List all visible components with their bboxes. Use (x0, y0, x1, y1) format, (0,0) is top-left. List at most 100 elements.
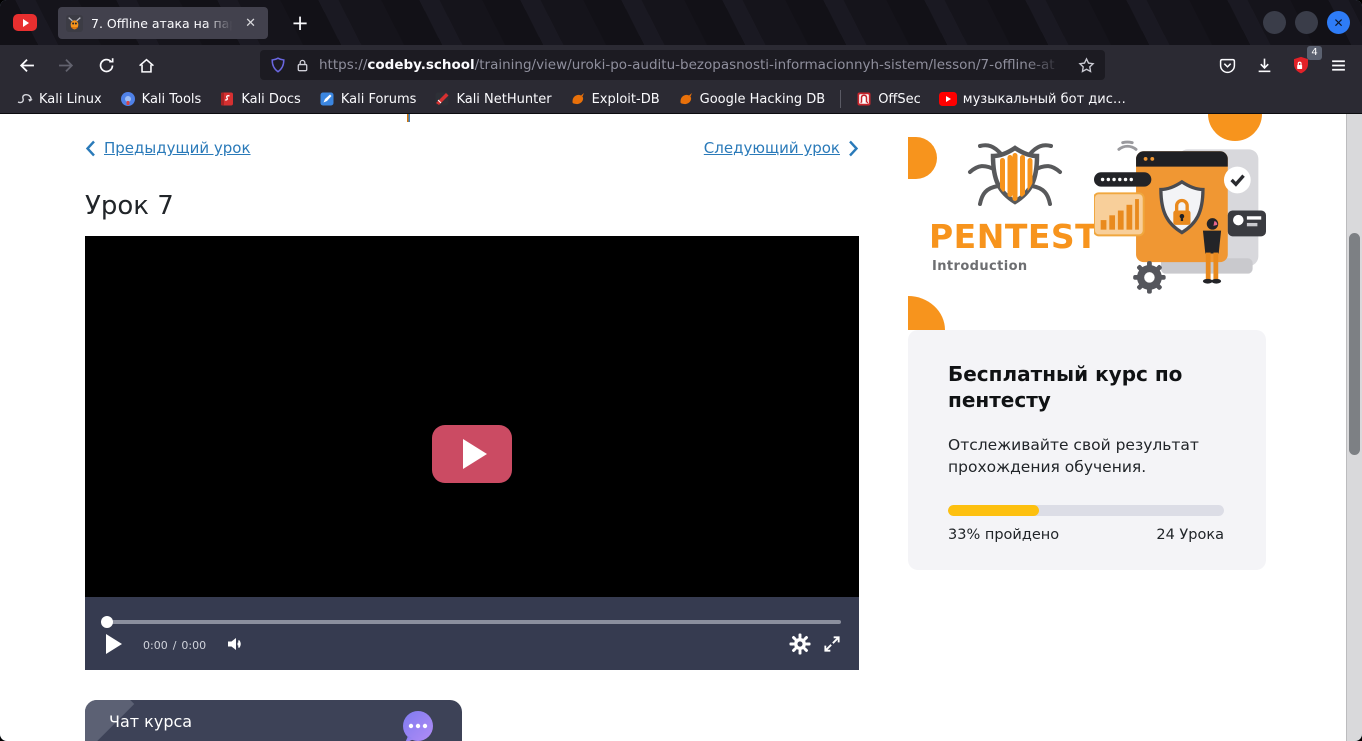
url-protocol: https:// (319, 57, 367, 73)
url-bar[interactable]: https://codeby.school/training/view/urok… (260, 50, 1105, 80)
offsec-icon (856, 91, 872, 107)
bookmark-kali-tools[interactable]: Kali Tools (111, 88, 211, 110)
banner-orange-blob (908, 296, 945, 330)
codeby-owl-favicon-icon (66, 15, 83, 32)
banner-brand: PENTEST (929, 217, 1098, 256)
tab-close-icon[interactable]: ✕ (241, 14, 260, 33)
chevron-left-icon (85, 140, 96, 157)
reload-button[interactable] (92, 51, 120, 79)
navigation-toolbar: https://codeby.school/training/view/urok… (0, 45, 1362, 85)
bookmark-label: Kali Docs (241, 92, 301, 107)
course-chat-title: Чат курса (109, 712, 192, 731)
course-banner-illustration (1094, 136, 1266, 308)
menu-hamburger-icon[interactable] (1324, 51, 1352, 79)
course-progress-card: Бесплатный курс по пентесту Отслеживайте… (908, 330, 1266, 570)
page-content: Предыдущий урок Следующий урок Урок 7 (0, 114, 1346, 741)
pocket-icon[interactable] (1213, 51, 1241, 79)
maximize-button[interactable] (1295, 11, 1318, 34)
adblock-extension-icon[interactable]: 4 (1287, 51, 1315, 79)
back-button[interactable] (12, 51, 40, 79)
course-progress-fill (948, 505, 1039, 516)
time-display: 0:00 / 0:00 (143, 639, 206, 652)
duration: 0:00 (181, 639, 206, 652)
big-play-button[interactable] (432, 425, 512, 483)
player-controls: 0:00 / 0:00 (85, 597, 859, 670)
titlebar: 7. Offline атака на парол ✕ + ✕ (0, 0, 1362, 45)
bookmark-kali-docs[interactable]: Kali Docs (210, 88, 310, 110)
fullscreen-icon[interactable] (819, 631, 845, 657)
kali-dragon-icon (17, 91, 33, 107)
home-button[interactable] (132, 51, 160, 79)
pinned-tab-youtube[interactable] (13, 14, 37, 31)
current-time: 0:00 (143, 639, 168, 652)
pentest-spider-shield-logo (956, 138, 1074, 216)
url-domain: codeby.school (367, 57, 474, 73)
youtube-icon (939, 92, 957, 106)
page-scrollbar[interactable] (1346, 114, 1362, 741)
bookmark-label: Kali NetHunter (456, 92, 551, 107)
kali-nethunter-icon (434, 91, 450, 107)
kali-forums-icon (319, 91, 335, 107)
bookmark-exploit-db[interactable]: Exploit-DB (561, 88, 669, 110)
forward-button[interactable] (52, 51, 80, 79)
tab-title: 7. Offline атака на парол (91, 16, 237, 31)
google-hacking-db-icon (678, 91, 694, 107)
lock-icon[interactable] (295, 58, 310, 73)
exploit-db-icon (570, 91, 586, 107)
bookmarks-separator (840, 90, 841, 108)
volume-button[interactable] (223, 632, 247, 656)
play-button[interactable] (103, 631, 125, 657)
course-banner: PENTEST Introduction (908, 114, 1266, 330)
youtube-icon (13, 14, 37, 31)
course-progress-bar (948, 505, 1224, 516)
video-area[interactable] (85, 236, 859, 597)
new-tab-button[interactable]: + (286, 9, 314, 37)
scrollbar-thumb[interactable] (1349, 233, 1360, 455)
tracking-protection-shield-icon[interactable] (270, 57, 286, 73)
bookmark-kali-forums[interactable]: Kali Forums (310, 88, 426, 110)
seek-handle[interactable] (101, 616, 113, 628)
video-player: 0:00 / 0:00 (85, 236, 859, 670)
course-card-title: Бесплатный курс по пентесту (948, 361, 1218, 413)
banner-subtitle: Introduction (932, 259, 1028, 274)
banner-orange-blob (908, 137, 937, 179)
bookmark-label: музыкальный бот дис… (963, 92, 1126, 107)
bookmark-label: Kali Linux (39, 92, 102, 107)
kali-docs-icon (219, 91, 235, 107)
chat-bubble-icon (400, 709, 436, 741)
url-text: https://codeby.school/training/view/urok… (319, 57, 1072, 73)
bookmark-kali-linux[interactable]: Kali Linux (8, 88, 111, 110)
bookmark-label: OffSec (878, 92, 921, 107)
bookmark-offsec[interactable]: OffSec (847, 88, 930, 110)
downloads-icon[interactable] (1250, 51, 1278, 79)
bookmark-label: Google Hacking DB (700, 92, 826, 107)
minimize-button[interactable] (1263, 11, 1286, 34)
previous-lesson-label: Предыдущий урок (104, 139, 251, 157)
lessons-count-label: 24 Урока (1156, 527, 1224, 543)
progress-percent-label: 33% пройдено (948, 527, 1059, 543)
close-button[interactable]: ✕ (1327, 11, 1350, 34)
next-lesson-label: Следующий урок (704, 139, 840, 157)
previous-lesson-link[interactable]: Предыдущий урок (85, 139, 251, 157)
extension-badge: 4 (1307, 46, 1322, 60)
kali-tools-icon (120, 91, 136, 107)
browser-window: 7. Offline атака на парол ✕ + ✕ (0, 0, 1362, 741)
course-chat-header[interactable]: Чат курса (85, 700, 462, 741)
course-card-description: Отслеживайте свой результат прохождения … (948, 434, 1228, 479)
page-title: Урок 7 (85, 191, 174, 221)
bookmark-kali-nethunter[interactable]: Kali NetHunter (425, 88, 560, 110)
time-divider: / (173, 639, 177, 652)
settings-gear-icon[interactable] (787, 631, 813, 657)
next-lesson-link[interactable]: Следующий урок (704, 139, 859, 157)
bookmark-star-icon[interactable] (1078, 57, 1095, 74)
chevron-right-icon (848, 140, 859, 157)
bookmark-label: Kali Forums (341, 92, 417, 107)
bookmark-label: Exploit-DB (592, 92, 660, 107)
bookmark-music-bot[interactable]: музыкальный бот дис… (930, 89, 1135, 110)
active-tab[interactable]: 7. Offline атака на парол ✕ (58, 7, 268, 39)
bookmark-google-hacking-db[interactable]: Google Hacking DB (669, 88, 835, 110)
bookmarks-bar: Kali Linux Kali Tools Kali Docs Kali For… (0, 85, 1362, 114)
lesson-navigation: Предыдущий урок Следующий урок (85, 139, 859, 157)
bookmark-label: Kali Tools (142, 92, 202, 107)
seek-bar[interactable] (103, 620, 841, 624)
